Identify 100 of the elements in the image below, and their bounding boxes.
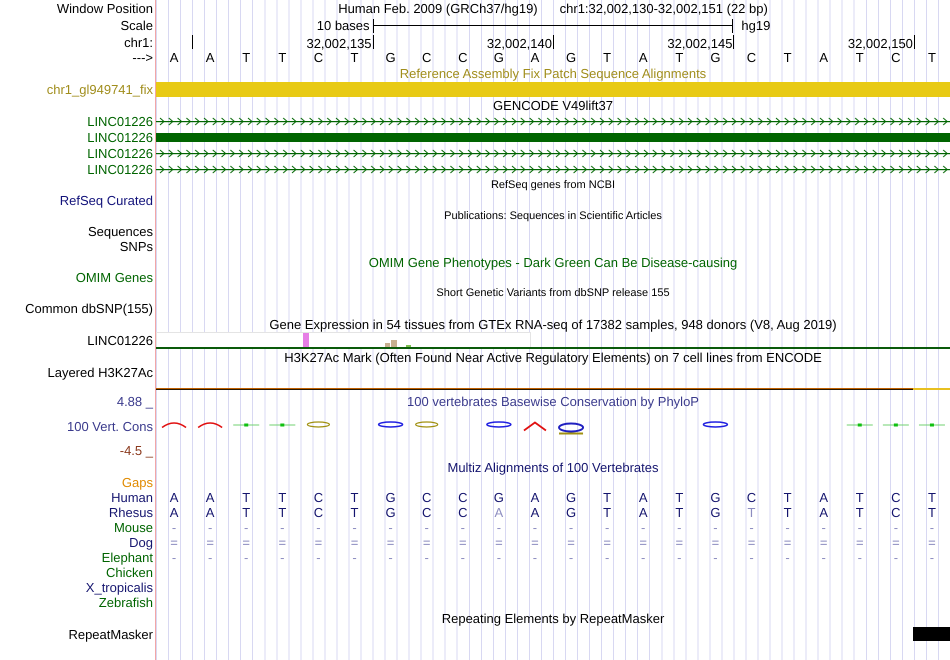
alignment-base: A — [168, 506, 180, 519]
alignment-base: = — [638, 536, 648, 549]
alignment-base: T — [674, 506, 684, 519]
alignment-base: - — [387, 521, 394, 534]
alignment-base: - — [712, 551, 719, 564]
alignment-base: T — [602, 491, 612, 504]
base-letter: G — [492, 51, 505, 64]
alignment-base: = — [674, 536, 684, 549]
track-label: OMIM Genes — [76, 271, 153, 284]
alignment-base: - — [928, 521, 936, 534]
alignment-base: G — [709, 506, 722, 519]
alignment-base: T — [277, 506, 288, 519]
base-letter: T — [277, 51, 288, 64]
base-letter: T — [926, 51, 937, 64]
alignment-base: - — [748, 521, 755, 534]
alignment-base: = — [205, 536, 215, 549]
alignment-base: - — [315, 551, 322, 564]
base-letter: C — [457, 51, 468, 64]
alignment-base: C — [457, 506, 468, 519]
alignment-base: = — [386, 536, 396, 549]
alignment-base: T — [277, 491, 288, 504]
alignment-base: A — [818, 506, 829, 519]
base-letter: A — [530, 51, 540, 64]
track-label: Zebrafish — [98, 596, 153, 609]
alignment-base: = — [782, 536, 792, 549]
alignment-base: - — [496, 551, 502, 564]
track-label: Layered H3K27Ac — [47, 366, 153, 379]
alignment-base: T — [241, 506, 252, 519]
alignment-base: - — [712, 521, 719, 534]
position-range: chr1:32,002,130-32,002,151 (22 bp) — [560, 2, 768, 15]
track-label: RepeatMasker — [68, 628, 153, 640]
track-label: LINC01226 — [87, 130, 153, 144]
track-label: Window Position — [56, 2, 153, 15]
alignment-base: - — [856, 551, 863, 564]
alignment-base: T — [350, 491, 360, 504]
base-letter: A — [168, 51, 180, 64]
track-label: Mouse — [114, 521, 153, 534]
base-letter: T — [674, 51, 684, 64]
track-label: LINC01226 — [87, 146, 153, 160]
alignment-base: = — [278, 536, 288, 549]
track-label: Scale — [120, 19, 153, 32]
alignment-base: - — [676, 551, 682, 564]
alignment-base: = — [891, 536, 901, 549]
alignment-base: A — [818, 491, 829, 504]
alignment-base: A — [204, 506, 216, 519]
scale-span-label: 10 bases — [316, 19, 371, 32]
track-title: H3K27Ac Mark (Often Found Near Active Regulatory Elements) on 7 cell lines from ENCODE — [283, 350, 823, 364]
base-letter: A — [204, 51, 216, 64]
track-label: Chicken — [106, 566, 153, 579]
track-label: chr1: — [124, 36, 153, 48]
alignment-base: - — [676, 521, 682, 534]
alignment-base: G — [492, 491, 505, 504]
axis-label: 100 Vert. Cons — [67, 420, 153, 432]
alignment-base: - — [496, 521, 502, 534]
alignment-base: = — [530, 536, 540, 549]
alignment-base: - — [532, 521, 538, 534]
base-letter: G — [384, 51, 397, 64]
ruler-coordinate: 32,002,150 — [848, 37, 913, 50]
alignment-base: = — [818, 536, 828, 549]
base-letter: A — [818, 51, 829, 64]
base-letter: C — [890, 51, 902, 64]
alignment-base: - — [424, 521, 430, 534]
alignment-base: - — [279, 521, 286, 534]
alignment-base: - — [892, 521, 900, 534]
track-label: Sequences — [88, 225, 153, 238]
alignment-base: A — [168, 491, 180, 504]
track-label: LINC01226 — [87, 162, 153, 176]
alignment-base: = — [350, 536, 360, 549]
alignment-base: - — [351, 521, 358, 534]
axis-label: 4.88 _ — [116, 395, 153, 408]
alignment-base: - — [640, 551, 646, 564]
alignment-base: G — [564, 491, 578, 504]
alignment-base: - — [820, 551, 827, 564]
ruler-coordinate: 32,002,145 — [667, 37, 732, 50]
base-letter: C — [746, 51, 758, 64]
alignment-base: - — [568, 521, 574, 534]
alignment-base: - — [568, 551, 574, 564]
track-label: Gaps — [122, 476, 153, 489]
alignment-base: = — [927, 536, 937, 549]
track-title: RefSeq genes from NCBI — [490, 180, 616, 190]
alignment-base: - — [748, 551, 755, 564]
alignment-base: - — [460, 521, 466, 534]
track-title: Publications: Sequences in Scientific Articles — [443, 210, 663, 222]
alignment-base: A — [530, 491, 540, 504]
track-title: Short Genetic Variants from dbSNP release 155 — [435, 288, 671, 298]
alignment-base: - — [279, 551, 286, 564]
track-label: Common dbSNP(155) — [25, 302, 153, 315]
base-letter: T — [854, 51, 865, 64]
alignment-base: T — [674, 491, 684, 504]
track-label: LINC01226 — [87, 114, 153, 128]
alignment-base: C — [746, 491, 758, 504]
alignment-base: = — [422, 536, 432, 549]
track-label: Elephant — [102, 551, 153, 564]
track-label: Human — [111, 491, 153, 504]
alignment-base: - — [892, 551, 900, 564]
alignment-base: C — [312, 506, 324, 519]
track-label: X_tropicalis — [86, 581, 153, 594]
base-letter: T — [241, 51, 252, 64]
track-label: SNPs — [120, 240, 153, 253]
alignment-base: - — [424, 551, 430, 564]
